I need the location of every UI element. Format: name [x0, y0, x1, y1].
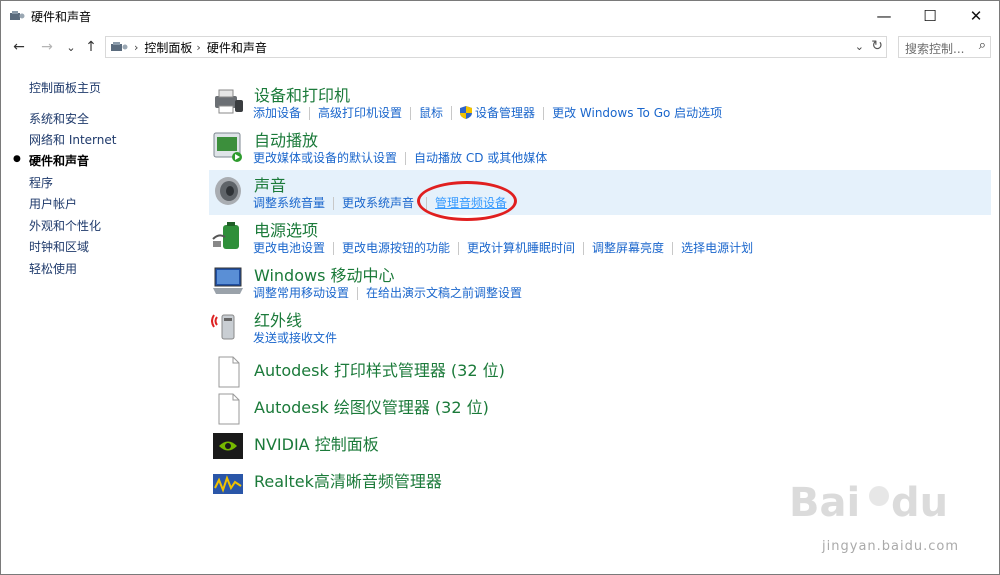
section-title[interactable]: 电源选项 — [254, 217, 318, 241]
sidebar-item-hardware-sound[interactable]: 硬件和声音 — [29, 152, 89, 169]
sidebar-item-ease-of-access[interactable]: 轻松使用 — [29, 260, 77, 277]
uac-shield-icon — [460, 106, 473, 119]
mobility-center-icon — [213, 267, 243, 294]
link-device-manager[interactable]: 设备管理器 — [451, 106, 543, 120]
up-icon[interactable]: ↑ — [81, 36, 101, 58]
sidebar-home-link[interactable]: 控制面板主页 — [29, 79, 101, 96]
search-placeholder: 搜索控制... — [905, 42, 965, 56]
baidu-jingyan-watermark: Bai du — [789, 480, 948, 526]
forward-icon[interactable]: → — [37, 36, 57, 58]
item-nvidia-control-panel[interactable]: NVIDIA 控制面板 — [209, 425, 991, 461]
speaker-icon — [215, 177, 241, 205]
section-title[interactable]: 设备和打印机 — [254, 82, 350, 106]
autoplay-icon — [213, 132, 242, 162]
section-links: 发送或接收文件 — [253, 329, 345, 347]
link-add-device[interactable]: 添加设备 — [253, 106, 309, 120]
section-autoplay: 自动播放 更改媒体或设备的默认设置 自动播放 CD 或其他媒体 — [209, 125, 991, 170]
sidebar-item-network[interactable]: 网络和 Internet — [29, 131, 116, 148]
window-title: 硬件和声音 — [31, 10, 92, 24]
search-input[interactable]: 搜索控制... ⌕ — [898, 36, 991, 58]
item-title[interactable]: NVIDIA 控制面板 — [254, 431, 379, 455]
section-title[interactable]: 声音 — [254, 172, 286, 196]
section-mobility-center: Windows 移动中心 调整常用移动设置 在给出演示文稿之前调整设置 — [209, 260, 991, 305]
section-title[interactable]: Windows 移动中心 — [254, 262, 395, 286]
section-links: 更改媒体或设备的默认设置 自动播放 CD 或其他媒体 — [253, 149, 555, 167]
address-bar[interactable]: › 控制面板 › 硬件和声音 ⌄ ↻ — [105, 36, 887, 58]
refresh-icon[interactable]: ↻ — [871, 38, 883, 54]
search-icon: ⌕ — [978, 38, 986, 53]
nvidia-icon — [213, 433, 243, 459]
item-title[interactable]: Autodesk 绘图仪管理器 (32 位) — [254, 394, 489, 418]
section-infrared: 红外线 发送或接收文件 — [209, 305, 991, 350]
file-icon — [218, 393, 240, 425]
breadcrumb-hardware-sound[interactable]: 硬件和声音 — [207, 39, 267, 56]
title-bar: 硬件和声音 — ☐ ✕ — [1, 1, 999, 31]
minimize-button[interactable]: — — [861, 1, 907, 31]
annotation-red-circle — [417, 181, 517, 221]
link-change-sounds[interactable]: 更改系统声音 — [333, 196, 422, 210]
link-mobility-settings[interactable]: 调整常用移动设置 — [253, 286, 357, 300]
link-power-button[interactable]: 更改电源按钮的功能 — [333, 241, 458, 255]
breadcrumb-control-panel[interactable]: 控制面板 — [144, 39, 192, 56]
watermark-subtext: jingyan.baidu.com — [822, 539, 959, 554]
section-links: 更改电池设置 更改电源按钮的功能 更改计算机睡眠时间 调整屏幕亮度 选择电源计划 — [253, 239, 761, 257]
close-button[interactable]: ✕ — [953, 1, 999, 31]
section-sound: 声音 调整系统音量 更改系统声音 管理音频设备 — [209, 170, 991, 215]
control-panel-window: 硬件和声音 — ☐ ✕ ← → ⌄ ↑ › 控制面板 › 硬件和声音 ⌄ ↻ 搜… — [0, 0, 1000, 575]
navigation-bar: ← → ⌄ ↑ › 控制面板 › 硬件和声音 ⌄ ↻ 搜索控制... ⌕ — [1, 32, 999, 62]
section-title[interactable]: 红外线 — [254, 307, 302, 331]
file-icon — [218, 356, 240, 388]
infrared-icon — [211, 314, 235, 340]
link-send-receive-files[interactable]: 发送或接收文件 — [253, 331, 345, 345]
item-autodesk-print-style[interactable]: Autodesk 打印样式管理器 (32 位) — [209, 351, 991, 388]
sidebar-item-clock-region[interactable]: 时钟和区域 — [29, 238, 89, 255]
link-screen-brightness[interactable]: 调整屏幕亮度 — [583, 241, 672, 255]
item-title[interactable]: Realtek高清晰音频管理器 — [254, 468, 442, 492]
link-autoplay-cd[interactable]: 自动播放 CD 或其他媒体 — [405, 151, 555, 165]
item-title[interactable]: Autodesk 打印样式管理器 (32 位) — [254, 357, 505, 381]
recent-locations-icon[interactable]: ⌄ — [61, 36, 81, 58]
back-icon[interactable]: ← — [9, 36, 29, 58]
hardware-sound-icon — [10, 11, 25, 20]
control-panel-icon — [111, 42, 128, 51]
link-windows-to-go[interactable]: 更改 Windows To Go 启动选项 — [543, 106, 730, 120]
svg-text:Bai: Bai — [789, 480, 860, 526]
link-adjust-volume[interactable]: 调整系统音量 — [253, 196, 333, 210]
link-default-media[interactable]: 更改媒体或设备的默认设置 — [253, 151, 405, 165]
sidebar-item-system-security[interactable]: 系统和安全 — [29, 110, 89, 127]
sidebar-item-appearance[interactable]: 外观和个性化 — [29, 217, 101, 234]
link-advanced-printer[interactable]: 高级打印机设置 — [309, 106, 410, 120]
active-bullet-icon: ● — [13, 154, 21, 164]
item-autodesk-plotter[interactable]: Autodesk 绘图仪管理器 (32 位) — [209, 388, 991, 425]
breadcrumb-separator: › — [134, 40, 139, 54]
sidebar-item-user-accounts[interactable]: 用户帐户 — [29, 195, 77, 212]
link-mouse[interactable]: 鼠标 — [410, 106, 451, 120]
section-links: 调整常用移动设置 在给出演示文稿之前调整设置 — [253, 284, 530, 302]
sidebar-item-programs[interactable]: 程序 — [29, 174, 53, 191]
printer-icon — [215, 89, 243, 114]
link-power-plan[interactable]: 选择电源计划 — [672, 241, 761, 255]
breadcrumb-separator: › — [196, 40, 201, 54]
address-dropdown-icon[interactable]: ⌄ — [855, 40, 864, 53]
svg-text:du: du — [891, 480, 948, 526]
section-devices-printers: 设备和打印机 添加设备 高级打印机设置 鼠标 设备管理器 更改 Windows … — [209, 80, 991, 125]
section-title[interactable]: 自动播放 — [254, 127, 318, 151]
section-links: 添加设备 高级打印机设置 鼠标 设备管理器 更改 Windows To Go 启… — [253, 104, 730, 122]
realtek-icon — [213, 474, 243, 494]
link-device-manager-label: 设备管理器 — [475, 106, 536, 120]
link-battery-settings[interactable]: 更改电池设置 — [253, 241, 333, 255]
link-sleep-time[interactable]: 更改计算机睡眠时间 — [458, 241, 583, 255]
link-presentation-settings[interactable]: 在给出演示文稿之前调整设置 — [357, 286, 530, 300]
maximize-button[interactable]: ☐ — [907, 1, 953, 31]
section-power-options: 电源选项 更改电池设置 更改电源按钮的功能 更改计算机睡眠时间 调整屏幕亮度 选… — [209, 215, 991, 260]
power-icon — [212, 222, 239, 249]
